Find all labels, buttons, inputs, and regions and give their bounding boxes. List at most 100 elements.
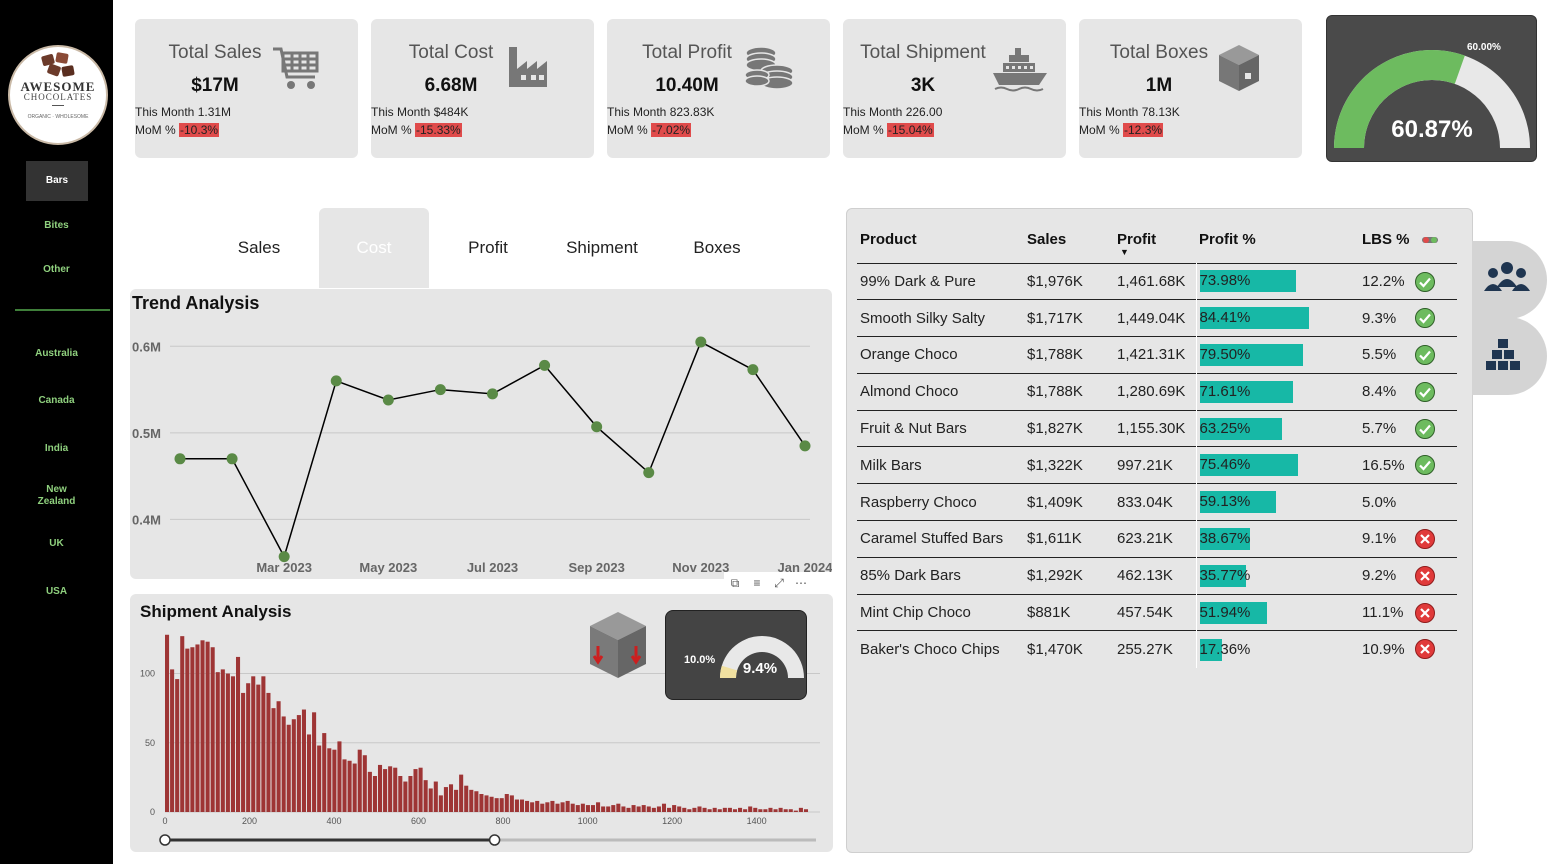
histogram-bar[interactable] bbox=[246, 683, 251, 812]
histogram-bar[interactable] bbox=[738, 807, 743, 812]
histogram-bar[interactable] bbox=[722, 807, 727, 812]
histogram-bar[interactable] bbox=[322, 733, 327, 812]
histogram-bar[interactable] bbox=[271, 708, 276, 812]
histogram-bar[interactable] bbox=[585, 805, 590, 812]
trend-data-point[interactable] bbox=[799, 440, 811, 452]
histogram-bar[interactable] bbox=[596, 802, 601, 812]
histogram-bar[interactable] bbox=[362, 755, 367, 812]
tab-boxes[interactable]: Boxes bbox=[662, 208, 772, 288]
histogram-bar[interactable] bbox=[788, 809, 793, 812]
table-row[interactable]: Fruit & Nut Bars $1,827K 1,155.30K 63.25% 5.… bbox=[857, 409, 1457, 447]
inventory-view-button[interactable] bbox=[1472, 317, 1547, 395]
histogram-bar[interactable] bbox=[210, 647, 215, 812]
histogram-bar[interactable] bbox=[296, 715, 301, 812]
histogram-bar[interactable] bbox=[697, 806, 702, 812]
histogram-bar[interactable] bbox=[540, 803, 545, 812]
histogram-bar[interactable] bbox=[281, 716, 286, 812]
histogram-bar[interactable] bbox=[606, 806, 611, 812]
histogram-bar[interactable] bbox=[489, 796, 494, 812]
table-row[interactable]: 99% Dark & Pure $1,976K 1,461.68K 73.98% 12.… bbox=[857, 262, 1457, 300]
histogram-bar[interactable] bbox=[261, 676, 266, 812]
column-header-lbs-pct[interactable]: LBS % bbox=[1359, 217, 1457, 263]
histogram-bar[interactable] bbox=[367, 771, 372, 812]
histogram-bar[interactable] bbox=[423, 780, 428, 812]
sidebar-item-other[interactable]: Other bbox=[0, 264, 113, 276]
histogram-bar[interactable] bbox=[798, 807, 803, 812]
histogram-bar[interactable] bbox=[301, 709, 306, 812]
histogram-bar[interactable] bbox=[565, 800, 570, 812]
histogram-bar[interactable] bbox=[651, 807, 656, 812]
histogram-bar[interactable] bbox=[175, 679, 180, 812]
histogram-bar[interactable] bbox=[195, 644, 200, 812]
histogram-bar[interactable] bbox=[403, 781, 408, 812]
histogram-bar[interactable] bbox=[732, 809, 738, 812]
histogram-bar[interactable] bbox=[433, 781, 438, 812]
histogram-bar[interactable] bbox=[768, 807, 773, 812]
histogram-bar[interactable] bbox=[646, 806, 651, 812]
histogram-bar[interactable] bbox=[509, 795, 514, 812]
histogram-bar[interactable] bbox=[707, 809, 712, 812]
histogram-bar[interactable] bbox=[661, 803, 667, 812]
trend-data-point[interactable] bbox=[278, 551, 290, 563]
histogram-bar[interactable] bbox=[514, 799, 519, 812]
tab-profit[interactable]: Profit bbox=[433, 208, 543, 288]
trend-data-point[interactable] bbox=[487, 388, 498, 400]
histogram-bar[interactable] bbox=[717, 809, 722, 812]
sidebar-item-bars[interactable]: Bars bbox=[26, 161, 88, 201]
histogram-bar[interactable] bbox=[464, 785, 469, 812]
histogram-bar[interactable] bbox=[337, 741, 342, 812]
trend-data-point[interactable] bbox=[591, 421, 603, 433]
filter-icon[interactable]: ≡ bbox=[746, 572, 768, 594]
histogram-bar[interactable] bbox=[448, 784, 454, 812]
histogram-bar[interactable] bbox=[215, 672, 220, 812]
histogram-bar[interactable] bbox=[428, 788, 433, 812]
sidebar-item-canada[interactable]: Canada bbox=[0, 395, 113, 407]
histogram-bar[interactable] bbox=[570, 803, 575, 812]
copy-visual-icon[interactable]: ⧉ bbox=[724, 572, 746, 594]
histogram-bar[interactable] bbox=[484, 795, 489, 812]
histogram-bar[interactable] bbox=[205, 641, 210, 812]
histogram-bar[interactable] bbox=[545, 802, 550, 812]
histogram-bar[interactable] bbox=[727, 807, 732, 812]
sidebar-item-australia[interactable]: Australia bbox=[0, 348, 113, 360]
trend-data-point[interactable] bbox=[330, 375, 342, 387]
table-row[interactable]: Orange Choco $1,788K 1,421.31K 79.50% 5.5% bbox=[857, 336, 1457, 374]
histogram-bar[interactable] bbox=[773, 809, 778, 812]
table-row[interactable]: Smooth Silky Salty $1,717K 1,449.04K 84.41%… bbox=[857, 299, 1457, 337]
table-row[interactable]: 85% Dark Bars $1,292K 462.13K 35.77% 9.2% bbox=[857, 556, 1457, 595]
table-row[interactable]: Raspberry Choco $1,409K 833.04K 59.13% 5.0% bbox=[857, 483, 1457, 521]
histogram-bar[interactable] bbox=[190, 647, 195, 812]
histogram-bar[interactable] bbox=[235, 656, 241, 812]
histogram-bar[interactable] bbox=[778, 807, 783, 812]
histogram-bar[interactable] bbox=[687, 809, 692, 812]
histogram-bar[interactable] bbox=[641, 805, 646, 812]
histogram-bar[interactable] bbox=[530, 802, 535, 812]
histogram-bar[interactable] bbox=[748, 806, 753, 812]
histogram-bar[interactable] bbox=[743, 809, 748, 812]
histogram-bar[interactable] bbox=[165, 634, 170, 812]
histogram-bar[interactable] bbox=[291, 719, 296, 812]
histogram-bar[interactable] bbox=[763, 809, 768, 812]
histogram-bar[interactable] bbox=[479, 794, 484, 812]
histogram-bar[interactable] bbox=[398, 776, 403, 812]
focus-mode-icon[interactable]: ⤢ bbox=[768, 572, 790, 594]
column-header-profit[interactable]: Profit ▼ bbox=[1114, 217, 1196, 263]
histogram-bar[interactable] bbox=[352, 763, 357, 812]
histogram-bar[interactable] bbox=[575, 805, 580, 812]
histogram-bar[interactable] bbox=[357, 749, 362, 812]
histogram-bar[interactable] bbox=[241, 692, 246, 812]
histogram-bar[interactable] bbox=[225, 673, 230, 812]
range-slider-handle[interactable] bbox=[159, 834, 171, 846]
column-header-sales[interactable]: Sales bbox=[1024, 217, 1114, 263]
histogram-bar[interactable] bbox=[332, 749, 337, 812]
more-options-icon[interactable]: ⋯ bbox=[790, 572, 812, 594]
histogram-bar[interactable] bbox=[170, 669, 175, 812]
histogram-bar[interactable] bbox=[519, 799, 525, 812]
histogram-bar[interactable] bbox=[555, 803, 560, 812]
histogram-bar[interactable] bbox=[347, 760, 352, 812]
histogram-bar[interactable] bbox=[672, 805, 677, 812]
histogram-bar[interactable] bbox=[590, 805, 596, 812]
sidebar-item-bites[interactable]: Bites bbox=[0, 220, 113, 232]
histogram-bar[interactable] bbox=[692, 807, 697, 812]
histogram-bar[interactable] bbox=[499, 798, 504, 812]
